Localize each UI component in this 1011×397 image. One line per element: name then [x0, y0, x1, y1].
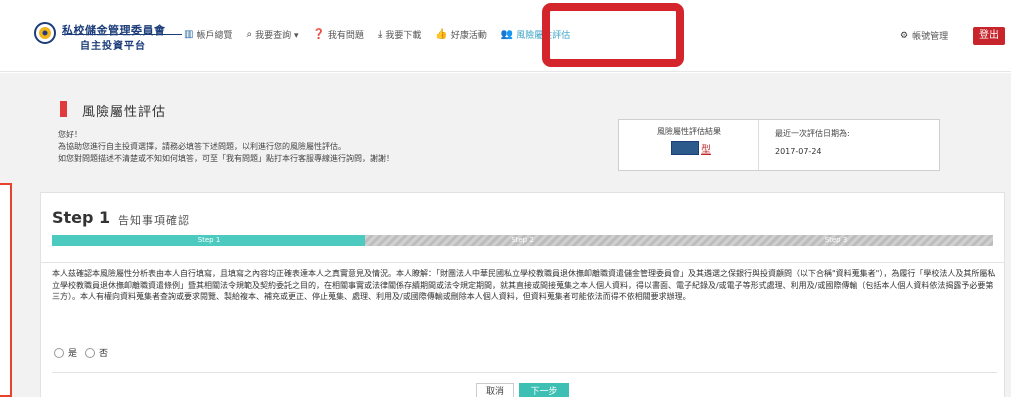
divider	[40, 262, 1005, 263]
nav-item-query[interactable]: ⌕ 我要查詢 ▾	[246, 28, 298, 41]
account-label: 帳號管理	[912, 32, 949, 42]
nav-item-download[interactable]: ⤓ 我要下載	[378, 28, 421, 41]
step-progress-bar: Step 1 Step 2 Step 3	[52, 235, 993, 246]
nav-item-faq[interactable]: ❓ 我有問題	[312, 28, 363, 41]
bar-chart-icon: ▥	[184, 29, 194, 40]
next-button[interactable]: 下一步	[519, 383, 569, 397]
step-title: 告知事項確認	[118, 214, 190, 227]
question-icon: ❓	[312, 29, 325, 40]
nav-label: 好康活動	[450, 31, 487, 41]
nav-label: 我有問題	[327, 31, 364, 41]
result-value-redacted	[671, 141, 699, 155]
consent-radio-group: 是 否	[54, 346, 116, 359]
thumbs-up-icon: 👍	[435, 29, 448, 40]
logo-divider	[62, 34, 182, 35]
search-icon: ⌕	[246, 29, 253, 40]
user-group-icon: 👥	[500, 29, 514, 40]
nav-label: 我要下載	[385, 31, 422, 41]
logout-button[interactable]: 登出	[973, 27, 1005, 45]
nav-label: 帳戶總覽	[196, 31, 233, 41]
intro-text: 您好！ 為協助您進行自主投資選擇，請務必填答下述問題，以利進行您的風險屬性評估。…	[58, 129, 394, 165]
cancel-button[interactable]: 取消	[476, 383, 514, 397]
date-label: 最近一次評估日期為:	[775, 129, 850, 138]
result-label: 風險屬性評估結果	[657, 127, 721, 136]
logo-icon	[34, 22, 56, 44]
radio-no-label: 否	[99, 349, 109, 359]
progress-step-2: Step 2	[511, 236, 534, 244]
org-title: 私校儲金管理委員會	[62, 24, 166, 37]
step-number: Step 1	[52, 208, 111, 227]
nav-label: 我要查詢 ▾	[255, 31, 299, 41]
radio-yes-label: 是	[68, 349, 78, 359]
intro-line: 您好！	[58, 130, 82, 139]
progress-step-1: Step 1	[197, 236, 221, 244]
radio-yes[interactable]	[54, 347, 64, 358]
nav-item-risk-assessment[interactable]: 👥 風險屬性評估	[501, 28, 570, 41]
intro-line: 為協助您進行自主投資選擇，請務必填答下述問題，以利進行您的風險屬性評估。	[58, 142, 346, 151]
left-edge-highlight	[0, 183, 12, 397]
nav-label: 風險屬性評估	[516, 31, 571, 41]
account-settings-link[interactable]: ⚙ 帳號管理	[900, 29, 949, 43]
nav-item-account-overview[interactable]: ▥ 帳戶總覽	[184, 28, 232, 41]
gear-icon: ⚙	[900, 30, 909, 41]
result-cell: 風險屬性評估結果 型	[619, 120, 759, 170]
date-value: 2017-07-24	[775, 147, 822, 156]
org-subtitle: 自主投資平台	[80, 41, 146, 52]
main-nav: ▥ 帳戶總覽 ⌕ 我要查詢 ▾ ❓ 我有問題 ⤓ 我要下載 👍 好康活動 👥 風…	[184, 28, 584, 41]
divider	[52, 372, 997, 373]
intro-line: 如您對問題描述不清楚或不知如何填答，可至「我有問題」點打本行客服專線進行詢問，謝…	[58, 154, 394, 163]
nav-item-promotions[interactable]: 👍 好康活動	[435, 28, 486, 41]
assessment-result-box: 風險屬性評估結果 型 最近一次評估日期為: 2017-07-24	[618, 119, 940, 171]
radio-no[interactable]	[85, 347, 96, 358]
top-header: 私校儲金管理委員會 自主投資平台 ▥ 帳戶總覽 ⌕ 我要查詢 ▾ ❓ 我有問題 …	[0, 0, 1011, 72]
legal-text: 本人茲確認本風險屬性分析表由本人自行填寫，且填寫之內容均正確表達本人之真實意見及…	[52, 269, 996, 301]
result-type-link[interactable]: 型	[701, 141, 711, 156]
page-title: 風險屬性評估	[82, 105, 167, 120]
progress-step-3: Step 3	[824, 236, 848, 244]
title-accent	[60, 101, 67, 117]
download-icon: ⤓	[377, 29, 383, 40]
